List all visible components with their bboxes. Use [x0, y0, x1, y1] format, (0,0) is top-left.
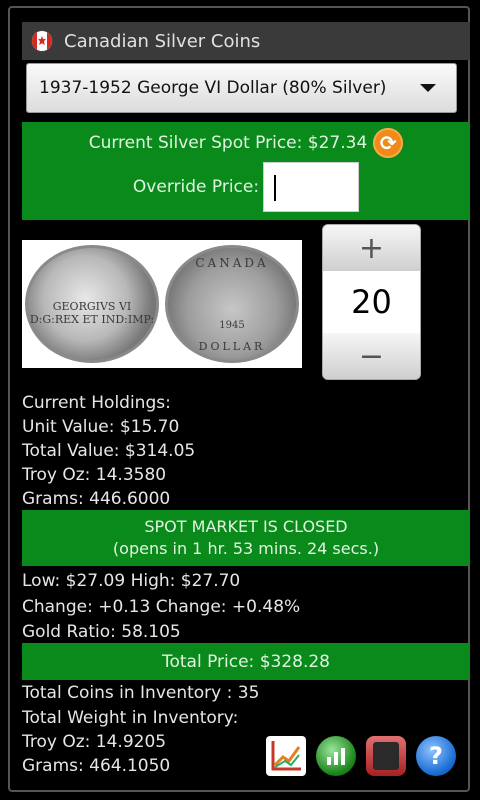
coin-images: GEORGIVS VI D:G:REX ET IND:IMP: CANADA 1… [22, 240, 302, 368]
help-icon[interactable]: ? [416, 736, 456, 776]
quantity-value[interactable]: 20 [323, 271, 420, 333]
coin-type-dropdown[interactable]: 1937-1952 George VI Dollar (80% Silver) [26, 63, 457, 113]
inventory-weight-heading: Total Weight in Inventory: [22, 708, 239, 728]
total-price: Total Price: $328.28 [161, 651, 330, 672]
coin-obverse-image: GEORGIVS VI D:G:REX ET IND:IMP: [25, 245, 159, 363]
app-title: Canadian Silver Coins [64, 30, 261, 52]
inventory-troy-oz: Troy Oz: 14.9205 [22, 732, 167, 752]
chart-icon[interactable] [266, 736, 306, 776]
spot-price-label: Current Silver Spot Price: $27.34 [88, 133, 368, 153]
coin-type-selected: 1937-1952 George VI Dollar (80% Silver) [39, 78, 387, 98]
reverse-top-legend: CANADA [195, 256, 269, 270]
reverse-bottom-legend: DOLLAR [198, 340, 266, 353]
calculator-icon[interactable] [366, 736, 406, 776]
gold-ratio: Gold Ratio: 58.105 [22, 622, 181, 642]
override-price-label: Override Price: [132, 177, 260, 197]
reverse-year: 1945 [219, 320, 245, 331]
decrement-button[interactable]: − [323, 333, 420, 379]
price-change: Change: +0.13 Change: +0.48% [22, 597, 301, 617]
holdings-grams: Grams: 446.6000 [22, 489, 171, 509]
inventory-grams: Grams: 464.1050 [22, 756, 171, 776]
dropdown-arrow-icon [420, 84, 436, 92]
holdings-heading: Current Holdings: [22, 393, 171, 413]
unit-value: Unit Value: $15.70 [22, 417, 180, 437]
toolbar: ? [266, 736, 456, 776]
text-cursor [274, 175, 277, 201]
increment-button[interactable]: + [323, 225, 420, 271]
market-opens-in: (opens in 1 hr. 53 mins. 24 secs.) [112, 539, 380, 558]
low-high: Low: $27.09 High: $27.70 [22, 571, 241, 591]
coin-reverse-image: CANADA 1945 DOLLAR [165, 245, 299, 363]
total-value: Total Value: $314.05 [22, 441, 196, 461]
market-status: SPOT MARKET IS CLOSED [144, 517, 348, 536]
refresh-icon[interactable]: ⟳ [373, 128, 404, 158]
market-status-banner: SPOT MARKET IS CLOSED (opens in 1 hr. 53… [22, 510, 470, 566]
title-bar: Canadian Silver Coins [22, 22, 470, 60]
price-panel: Current Silver Spot Price: $27.34 ⟳ Over… [22, 122, 470, 220]
quantity-stepper: + 20 − [322, 224, 421, 380]
stats-icon[interactable] [316, 736, 356, 776]
canada-flag-icon [32, 31, 52, 51]
inventory-coins: Total Coins in Inventory : 35 [22, 683, 260, 703]
override-price-input[interactable] [263, 162, 360, 212]
obverse-legend: GEORGIVS VI D:G:REX ET IND:IMP: [29, 300, 155, 326]
total-price-bar: Total Price: $328.28 [22, 643, 470, 680]
holdings-troy-oz: Troy Oz: 14.3580 [22, 465, 167, 485]
